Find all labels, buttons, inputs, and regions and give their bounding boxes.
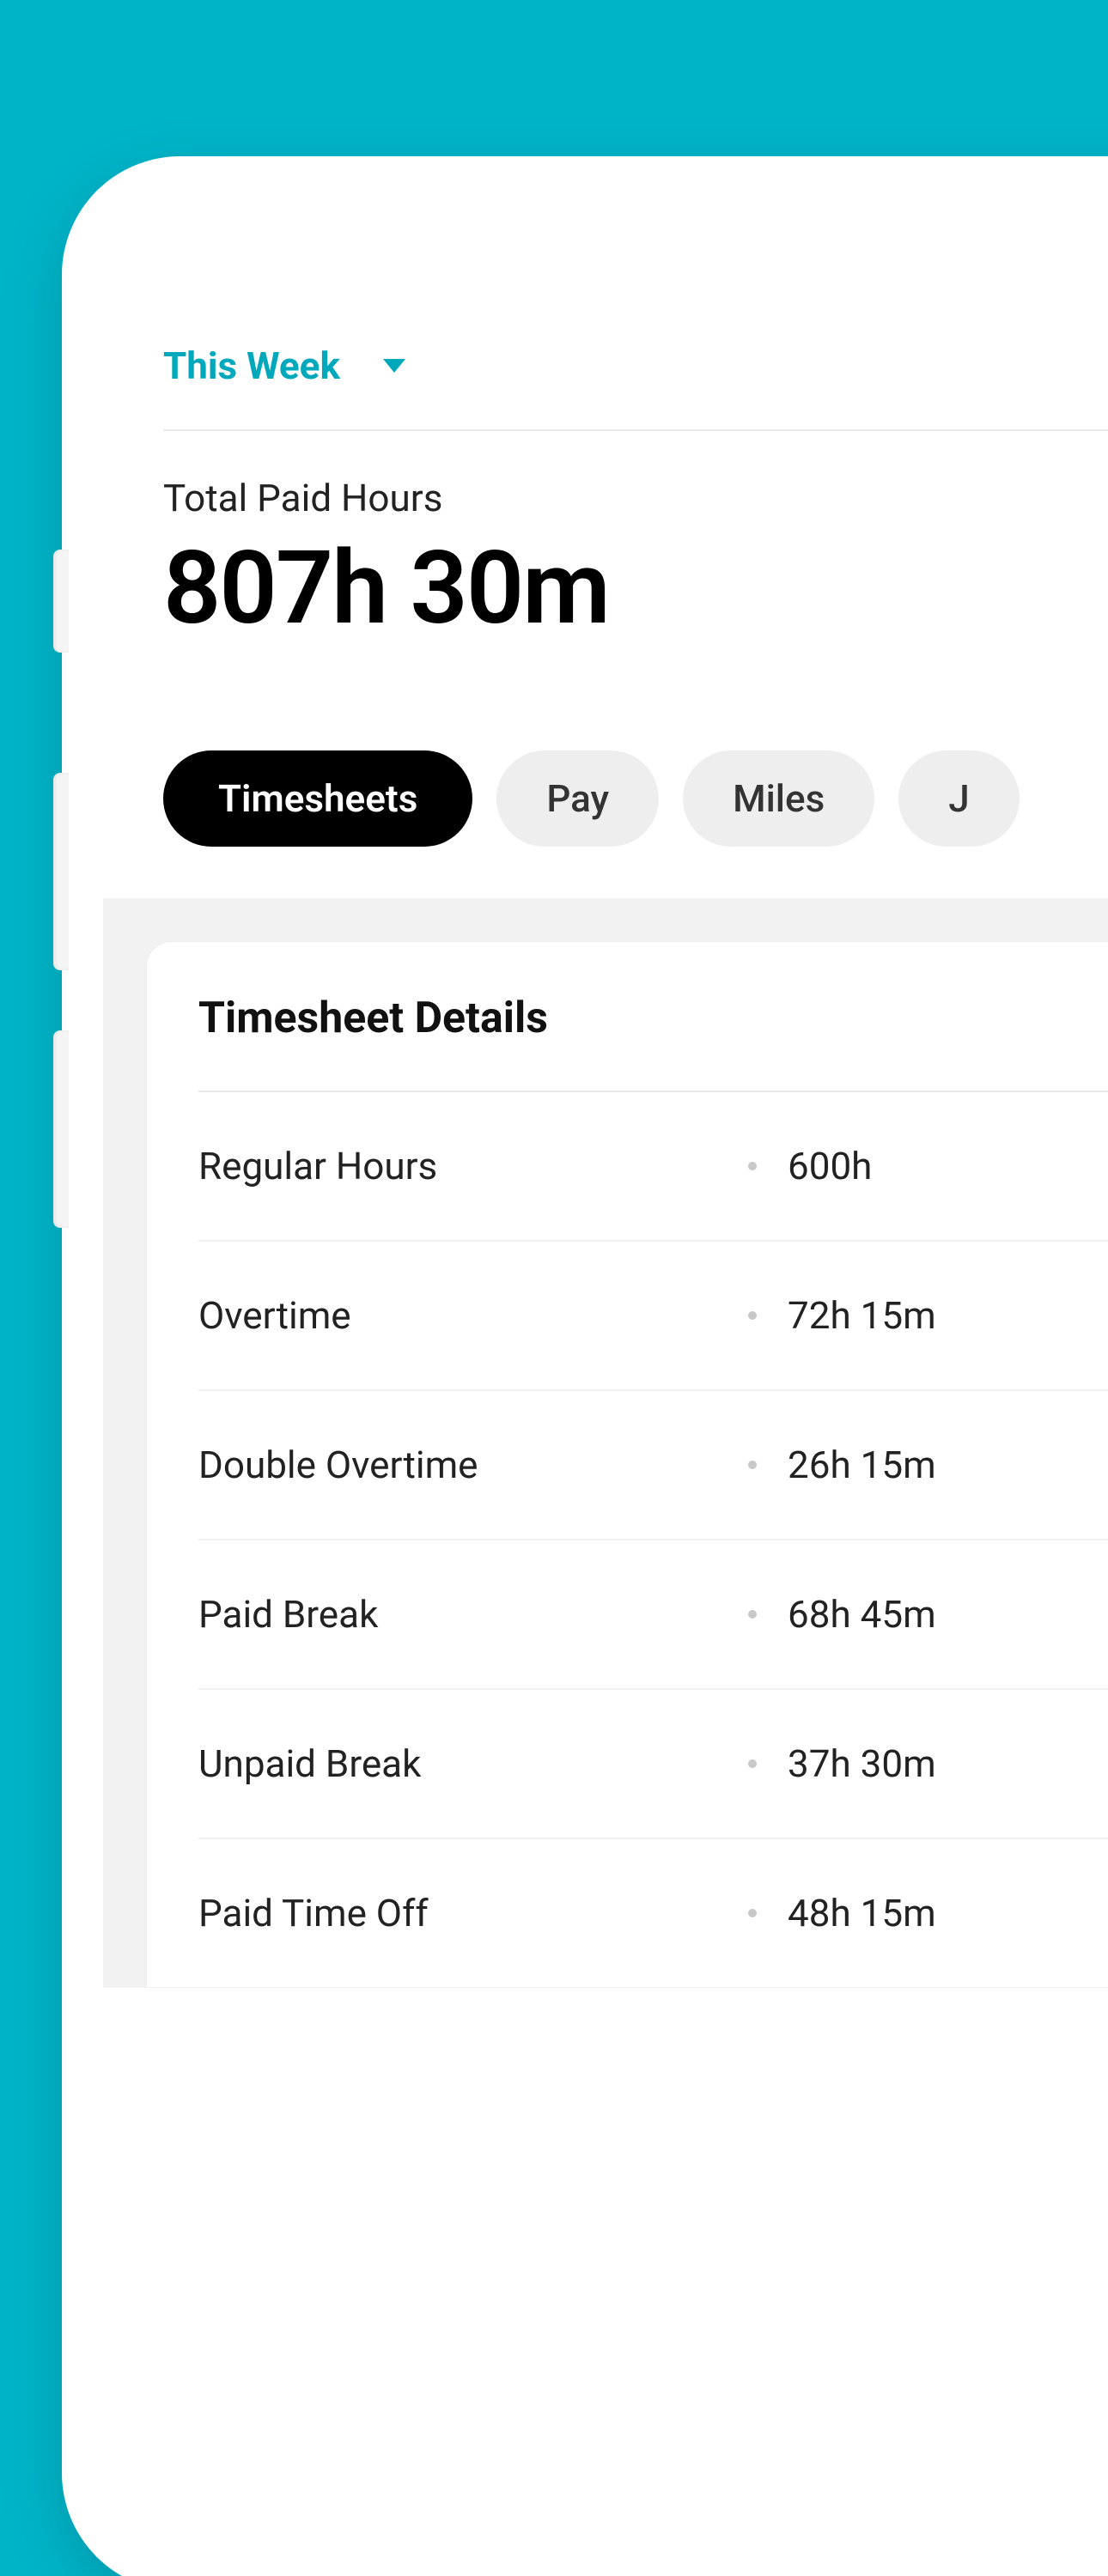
detail-value: 68h 45m (788, 1592, 936, 1637)
detail-label: Overtime (198, 1293, 748, 1338)
total-paid-hours-value: 807h 30m (163, 538, 609, 639)
detail-value: 26h 15m (788, 1443, 936, 1487)
detail-value: 600h (788, 1144, 872, 1188)
timesheet-details-title: Timesheet Details (198, 993, 1108, 1092)
tabs-row: Timesheets Pay Miles J (163, 750, 1108, 847)
detail-label: Unpaid Break (198, 1741, 748, 1786)
detail-row-regular-hours: Regular Hours 600h (198, 1092, 1108, 1242)
detail-row-overtime: Overtime 72h 15m (198, 1242, 1108, 1391)
period-label: This Week (163, 343, 340, 388)
detail-label: Double Overtime (198, 1443, 748, 1487)
total-paid-hours-label: Total Paid Hours (163, 476, 609, 520)
period-header: This Week (163, 343, 1108, 431)
detail-label: Regular Hours (198, 1144, 748, 1188)
detail-value: 48h 15m (788, 1891, 936, 1935)
period-selector[interactable]: This Week (163, 343, 405, 388)
bullet-icon (748, 1311, 757, 1320)
detail-value: 72h 15m (788, 1293, 936, 1338)
tab-partial[interactable]: J (898, 750, 1019, 847)
detail-label: Paid Break (198, 1592, 748, 1637)
caret-down-icon (383, 359, 405, 373)
phone-frame: This Week Total Paid Hours 807h 30m (77, 172, 1108, 2576)
detail-row-unpaid-break: Unpaid Break 37h 30m (198, 1690, 1108, 1839)
phone-side-button (53, 550, 69, 653)
phone-side-button (53, 773, 69, 970)
bullet-icon (748, 1909, 757, 1917)
detail-row-paid-break: Paid Break 68h 45m (198, 1540, 1108, 1690)
detail-value: 37h 30m (788, 1741, 936, 1786)
tab-pay[interactable]: Pay (496, 750, 659, 847)
bullet-icon (748, 1162, 757, 1170)
details-background: Timesheet Details Regular Hours 600h Ove… (103, 898, 1108, 1988)
bullet-icon (748, 1610, 757, 1619)
timesheet-details-card: Timesheet Details Regular Hours 600h Ove… (146, 941, 1108, 1988)
bullet-icon (748, 1759, 757, 1768)
detail-row-paid-time-off: Paid Time Off 48h 15m (198, 1839, 1108, 1987)
phone-side-button (53, 1030, 69, 1228)
app-screen: This Week Total Paid Hours 807h 30m (103, 197, 1108, 2550)
tab-miles[interactable]: Miles (683, 750, 874, 847)
bullet-icon (748, 1461, 757, 1469)
tab-timesheets[interactable]: Timesheets (163, 750, 472, 847)
total-section: Total Paid Hours 807h 30m (163, 431, 1108, 639)
detail-label: Paid Time Off (198, 1891, 748, 1935)
detail-row-double-overtime: Double Overtime 26h 15m (198, 1391, 1108, 1540)
